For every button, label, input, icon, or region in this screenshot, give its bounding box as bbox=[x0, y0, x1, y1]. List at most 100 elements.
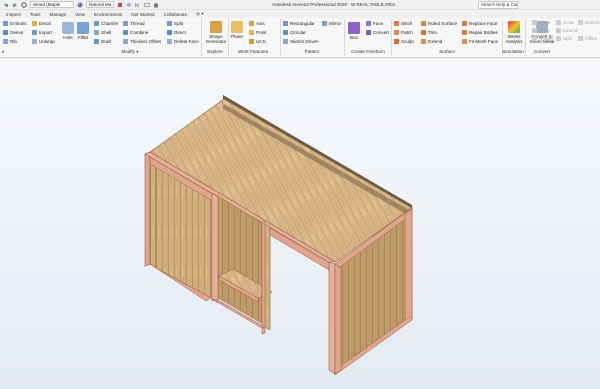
patch-button[interactable]: Patch bbox=[394, 30, 413, 35]
material-value: Wood (Maple bbox=[33, 2, 61, 7]
ucs-button[interactable]: UCS bbox=[249, 39, 266, 44]
import-button[interactable]: Import bbox=[32, 30, 52, 35]
fillet-button[interactable]: Fillet bbox=[77, 22, 89, 40]
combine-button[interactable]: Combine bbox=[123, 30, 148, 35]
thicken-icon bbox=[123, 39, 128, 44]
circular-label: Circular bbox=[290, 30, 306, 35]
unwrap-button[interactable]: Unwrap bbox=[32, 39, 55, 44]
repair-bodies-button[interactable]: Repair Bodies bbox=[462, 30, 498, 35]
rotate-icon bbox=[532, 36, 537, 41]
table-model[interactable] bbox=[0, 58, 600, 389]
repair-bodies-label: Repair Bodies bbox=[469, 30, 498, 35]
ruled-surface-label: Ruled Surface bbox=[428, 21, 458, 26]
sketch-driven-pattern-button[interactable]: Sketch Driven bbox=[283, 39, 319, 44]
tab-get-started[interactable]: Get Started bbox=[131, 12, 155, 17]
tab-tools[interactable]: Tools bbox=[30, 12, 41, 17]
thread-label: Thread bbox=[130, 21, 145, 26]
rotate-button[interactable]: Rotate bbox=[532, 36, 553, 41]
convert-icon bbox=[366, 30, 371, 35]
tab-collaborate[interactable]: Collaborate bbox=[164, 12, 188, 17]
tab-more-icon[interactable]: ◎ ▾ bbox=[196, 11, 204, 17]
ruled-surface-button[interactable]: Ruled Surface bbox=[421, 21, 457, 26]
undo-icon[interactable] bbox=[3, 2, 9, 8]
redo-icon[interactable] bbox=[12, 2, 18, 8]
thread-button[interactable]: Thread bbox=[123, 21, 145, 26]
home-icon[interactable] bbox=[153, 2, 159, 8]
decal-icon bbox=[32, 21, 37, 26]
chamfer-button[interactable]: Chamfer bbox=[94, 21, 119, 26]
tab-environments[interactable]: Environments bbox=[94, 12, 122, 17]
svg-text:fx: fx bbox=[135, 3, 139, 8]
shell-button[interactable]: Shell bbox=[94, 30, 111, 35]
modify-group-text: Modify bbox=[121, 49, 135, 54]
extend-label: Extend bbox=[428, 39, 443, 44]
tab-manage[interactable]: Manage bbox=[50, 12, 67, 17]
rib-button[interactable]: Rib bbox=[3, 39, 17, 44]
hole-button[interactable]: Hole bbox=[62, 22, 74, 40]
box-button[interactable]: Box bbox=[348, 22, 360, 40]
scale-icon bbox=[556, 20, 561, 25]
appearance-dropdown[interactable]: Natural Ma bbox=[86, 1, 114, 8]
group-label-explore: Explore bbox=[207, 49, 223, 54]
stress-analysis-button[interactable]: Stress Analysis bbox=[505, 21, 523, 44]
fx-icon[interactable]: fx bbox=[135, 2, 141, 9]
plane-button[interactable]: Plane bbox=[231, 21, 243, 39]
trim-button[interactable]: Trim bbox=[421, 30, 437, 35]
split-tool-button[interactable]: Split bbox=[556, 36, 572, 41]
rectangular-pattern-button[interactable]: Rectangular bbox=[283, 21, 315, 26]
scale-button[interactable]: Scale bbox=[556, 20, 575, 25]
material-dropdown[interactable]: Wood (Maple bbox=[30, 1, 74, 8]
move-button[interactable]: Move bbox=[532, 20, 550, 25]
clear-appearance-icon[interactable] bbox=[117, 2, 123, 8]
draft-button[interactable]: Draft bbox=[94, 39, 111, 44]
stretch-button[interactable]: Stretch bbox=[578, 20, 600, 25]
ucs-label: UCS bbox=[256, 39, 266, 44]
face-button[interactable]: Face bbox=[366, 21, 383, 26]
direct-label: Direct bbox=[174, 30, 186, 35]
rib-icon bbox=[3, 39, 8, 44]
tab-inspect[interactable]: Inspect bbox=[6, 12, 21, 17]
settings-icon[interactable] bbox=[21, 1, 27, 8]
split-button[interactable]: Split bbox=[167, 21, 183, 26]
circular-pattern-button[interactable]: Circular bbox=[283, 30, 306, 35]
decal-button[interactable]: Decal bbox=[32, 21, 51, 26]
group-label-surface: Surface bbox=[439, 49, 455, 54]
offset-button[interactable]: Offset bbox=[578, 36, 597, 41]
stitch-button[interactable]: Stitch bbox=[394, 21, 413, 26]
derive-button[interactable]: Derive bbox=[3, 30, 23, 35]
replace-face-icon bbox=[462, 21, 467, 26]
draft-icon bbox=[94, 39, 99, 44]
extend-tool-button[interactable]: Extend bbox=[556, 28, 577, 33]
extend-button[interactable]: Extend bbox=[421, 39, 442, 44]
axis-label: Axis bbox=[256, 21, 265, 26]
fit-mesh-face-button[interactable]: Fit Mesh Face bbox=[462, 39, 498, 44]
stress-analysis-icon bbox=[508, 21, 520, 33]
adjust-icon[interactable] bbox=[126, 2, 132, 8]
help-search-input[interactable]: Search Help & Cor bbox=[478, 1, 518, 9]
left-end-frame bbox=[144, 151, 151, 267]
convert-button[interactable]: Convert bbox=[366, 30, 389, 35]
direct-button[interactable]: Direct bbox=[167, 30, 186, 35]
group-label-modify[interactable]: Modify ▾ bbox=[121, 49, 138, 55]
parameters-icon[interactable] bbox=[144, 2, 150, 8]
fit-mesh-face-label: Fit Mesh Face bbox=[469, 39, 499, 44]
stretch-icon bbox=[578, 20, 583, 25]
delete-face-button[interactable]: Delete Face bbox=[167, 39, 199, 44]
shape-generator-button[interactable]: Shape Generator bbox=[205, 21, 227, 44]
sculpt-button[interactable]: Sculpt bbox=[394, 39, 414, 44]
offset-label: Offset bbox=[585, 36, 598, 41]
copy-button[interactable]: Copy bbox=[532, 28, 550, 33]
viewport-3d[interactable] bbox=[0, 58, 600, 389]
thicken-offset-button[interactable]: Thicken/ Offset bbox=[123, 39, 161, 44]
replace-face-button[interactable]: Replace Face bbox=[462, 21, 497, 26]
tab-view[interactable]: View bbox=[75, 12, 85, 17]
offset-icon bbox=[578, 36, 583, 41]
point-button[interactable]: Point bbox=[249, 30, 266, 35]
derive-label: Derive bbox=[10, 30, 24, 35]
mirror-button[interactable]: Mirror bbox=[322, 21, 341, 26]
patch-icon bbox=[394, 30, 399, 35]
emboss-button[interactable]: Emboss bbox=[3, 21, 27, 26]
group-label-convert: Convert bbox=[533, 49, 551, 54]
stress-analysis-label: Stress Analysis bbox=[505, 34, 523, 44]
axis-button[interactable]: Axis bbox=[249, 21, 265, 26]
